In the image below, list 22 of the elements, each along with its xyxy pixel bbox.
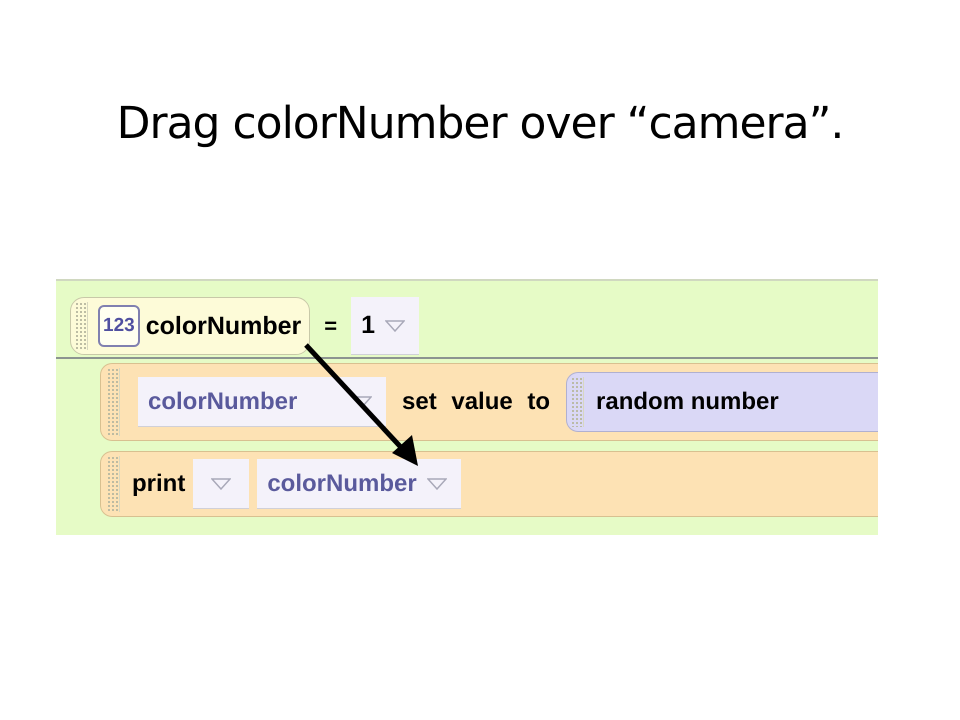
dropdown[interactable]: colorNumber: [257, 459, 461, 509]
equals-sign: =: [324, 313, 338, 339]
drag-handle[interactable]: [571, 377, 584, 427]
statement-text: print: [132, 470, 186, 498]
variable-tile[interactable]: 123 colorNumber: [70, 297, 310, 355]
statement-block[interactable]: colorNumber set value to random number: [100, 363, 878, 441]
function-tile[interactable]: random number: [566, 372, 878, 432]
function-name: random number: [596, 388, 779, 416]
caret-icon: [385, 320, 406, 332]
drag-handle[interactable]: [107, 456, 120, 512]
drag-handle[interactable]: [75, 302, 88, 350]
variable-name: colorNumber: [146, 312, 302, 340]
caret-icon: [211, 478, 232, 490]
caret-icon: [426, 478, 447, 490]
number-type-icon: 123: [98, 305, 140, 347]
dropdown[interactable]: 1: [351, 297, 420, 355]
dropdown[interactable]: [193, 459, 250, 509]
slide-title: Drag colorNumber over “camera”.: [116, 98, 844, 149]
drag-handle[interactable]: [107, 368, 120, 436]
statement-text: set value to: [402, 388, 550, 416]
statement-block[interactable]: print colorNumber: [100, 451, 878, 517]
dropdown[interactable]: colorNumber: [138, 377, 386, 427]
